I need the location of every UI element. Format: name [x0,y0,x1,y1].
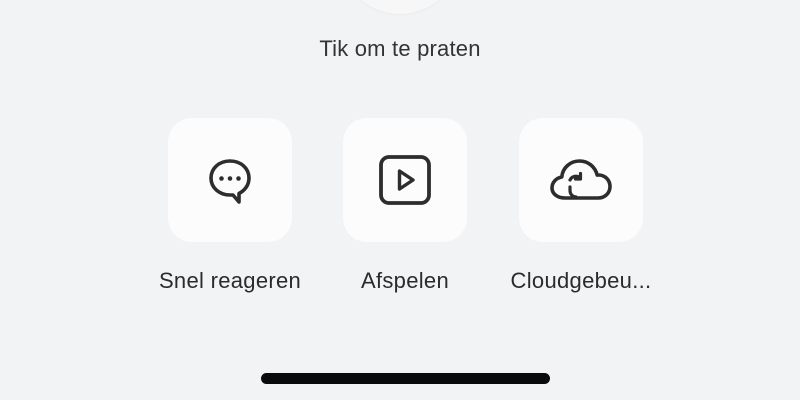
cloud-icon [549,156,613,204]
play-icon [377,154,433,206]
quick-reply-button[interactable] [168,118,292,242]
play-button[interactable] [343,118,467,242]
cloud-events-label: Cloudgebeu... [510,268,652,293]
cloud-events-button[interactable] [519,118,643,242]
talk-hint: Tik om te praten [319,36,481,61]
talk-button[interactable] [337,0,463,14]
quick-reply-label: Snel reageren [158,268,302,293]
home-indicator[interactable] [261,373,550,384]
chat-bubble-dots-icon [206,156,254,204]
play-label: Afspelen [360,268,449,293]
